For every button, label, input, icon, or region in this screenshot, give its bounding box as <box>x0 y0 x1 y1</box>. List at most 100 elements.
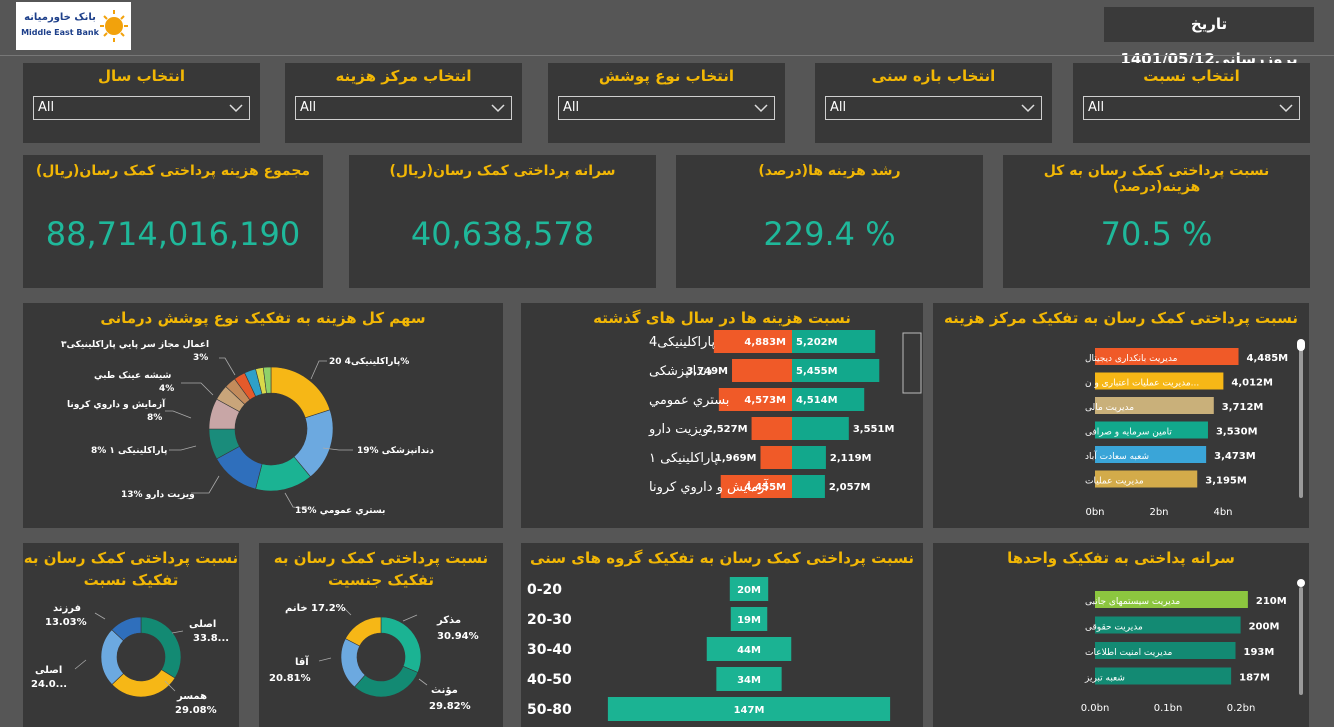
relation-label-1-pct: 29.08% <box>175 705 217 716</box>
x-axis-tick: 0.2bn <box>1227 703 1256 714</box>
scrollbar-thumb[interactable] <box>1297 579 1305 587</box>
history-category-label: دندانپزشکی <box>649 364 713 379</box>
slicer-relation: انتخاب نسبت All <box>1073 63 1310 143</box>
coverage-label-2: 15% بستري عمومي <box>295 506 385 516</box>
cost-center-dropdown[interactable]: All <box>295 96 512 120</box>
donut-slice[interactable] <box>140 616 182 679</box>
scrollbar[interactable] <box>1299 343 1303 498</box>
history-category-label: پاراکلینیکی4 <box>649 335 715 350</box>
dropdown-value: All <box>830 100 847 115</box>
scrollbar[interactable] <box>1299 587 1303 695</box>
kpi-value: 70.5 % <box>1100 215 1213 253</box>
history-value-right: 2,119M <box>830 453 872 464</box>
kpi-title: سرانه پرداختی کمک رسان(ریال) <box>389 163 616 179</box>
slicer-title: انتخاب نوع پوشش <box>598 67 735 85</box>
kpi-value: 88,714,016,190 <box>45 215 301 253</box>
donut-slice[interactable] <box>354 665 419 698</box>
coverage-label-0: پاراکلینیکی4 20% <box>329 357 409 367</box>
history-value-left: 1,969M <box>715 453 757 464</box>
slicer-title: انتخاب مرکز هزینه <box>335 67 472 85</box>
bar-value-label: 3,530M <box>1216 427 1258 438</box>
gender-label-2-name: آقا <box>295 655 309 668</box>
age-category-label: 50-80 <box>527 702 572 718</box>
slicer-cost-center: انتخاب مرکز هزینه All <box>285 63 522 143</box>
coverage-label-6b: 4% <box>159 384 174 394</box>
scrollbar-thumb[interactable] <box>1297 339 1305 351</box>
age-range-dropdown[interactable]: All <box>825 96 1042 120</box>
coverage-dropdown[interactable]: All <box>558 96 775 120</box>
gender-donut-chart: مذکر 30.94% مؤنث 29.82% آقا 20.81% 17.2%… <box>269 603 479 712</box>
chevron-down-icon <box>229 104 243 113</box>
gender-label-0-name: مذکر <box>436 615 461 626</box>
age-category-label: 0-20 <box>527 582 562 598</box>
coverage-label-7a: اعمال مجاز سر پايي پاراکلینیکی۳ <box>61 340 209 350</box>
history-value-left: 4,883M <box>744 337 786 348</box>
bar-category-label: مدیریت امنیت اطلاعات <box>1085 648 1172 658</box>
coverage-label-7b: 3% <box>193 353 208 363</box>
history-bar-left[interactable] <box>732 359 792 382</box>
history-bar-left[interactable] <box>760 446 792 469</box>
unit-bar-chart: مدیریت سیستمهای جانبی 210M مدیریت حقوقی 200… <box>1081 591 1287 714</box>
kpi-card-ratio: نسبت پرداختی کمک رسان به کل هزینه(درصد) … <box>1003 155 1310 288</box>
coverage-label-1: 19% دندانپزشکی <box>357 446 434 456</box>
sun-logo-icon <box>100 10 128 42</box>
bar-category-label: شعبه تبریز <box>1084 674 1125 684</box>
relation-donut-chart: اصلی 33.8... همسر 29.08% اصلی 24.0... فر… <box>31 603 229 716</box>
age-bar-value: 20M <box>737 585 761 596</box>
update-date-box: تاریخ بروزرسانی1401/05/12 <box>1104 7 1314 68</box>
gender-label-0-pct: 30.94% <box>437 631 479 642</box>
history-bar-chart: 4,883M 5,202Mپاراکلینیکی43,749M 5,455Mدندا… <box>648 330 922 498</box>
kpi-card-growth: رشد هزینه ها(درصد) 229.4 % <box>676 155 983 288</box>
history-category-label: پاراکلینیکی ۱ <box>649 451 718 466</box>
bar-category-label: مدیریت حقوقی <box>1085 623 1143 633</box>
relation-label-0-name: اصلی <box>189 619 216 630</box>
slicer-age-range: انتخاب بازه سنی All <box>815 63 1052 143</box>
bar-category-label: مدیریت سیستمهای جانبی <box>1085 597 1180 607</box>
age-group-bar-chart: 20M 0-20 19M 20-30 44M 30-40 34M 40-50 147M 50-80 <box>527 577 891 721</box>
bar-category-label: مدیریت عملیات <box>1085 477 1144 487</box>
chevron-down-icon <box>1021 104 1035 113</box>
kpi-title: رشد هزینه ها(درصد) <box>758 163 901 179</box>
update-date-label: تاریخ بروزرسانی1401/05/12 <box>1120 15 1298 68</box>
donut-slice[interactable] <box>270 366 331 419</box>
history-bar-right[interactable] <box>792 417 849 440</box>
relation-label-3-name: فرزند <box>53 603 81 614</box>
history-category-label: بستري عمومي <box>649 393 729 408</box>
history-value-right: 5,455M <box>796 366 838 377</box>
history-bar-right[interactable] <box>792 446 826 469</box>
year-dropdown[interactable]: All <box>33 96 250 120</box>
bar-category-label: شعبه سعادت آباد <box>1085 450 1149 462</box>
coverage-label-5a: آزمايش و داروي کرونا <box>67 398 166 410</box>
kpi-card-per-capita: سرانه پرداختی کمک رسان(ریال) 40,638,578 <box>349 155 656 288</box>
history-value-left: 2,527M <box>706 424 748 435</box>
age-bar-value: 34M <box>737 675 761 686</box>
gender-label-3-name: خانم <box>285 603 308 614</box>
slicer-coverage: انتخاب نوع پوشش All <box>548 63 785 143</box>
history-scroll-box[interactable] <box>902 332 922 394</box>
history-bar-left[interactable] <box>751 417 792 440</box>
bank-logo: بانک خاورمیانه Middle East Bank <box>16 2 131 50</box>
age-category-label: 40-50 <box>527 672 572 688</box>
history-bar-right[interactable] <box>792 475 825 498</box>
slicer-title: انتخاب سال <box>97 67 186 85</box>
bar-value-label: 3,712M <box>1222 402 1264 413</box>
bar-value-label: 4,012M <box>1231 378 1273 389</box>
kpi-title: مجموع هزینه پرداختی کمک رسان(ریال) <box>35 163 311 179</box>
bar-value-label: 3,473M <box>1214 451 1256 462</box>
donut-slice[interactable] <box>380 616 422 673</box>
slicer-year: انتخاب سال All <box>23 63 260 143</box>
dropdown-value: All <box>300 100 317 115</box>
x-axis-tick: 0.1bn <box>1154 703 1183 714</box>
bar-category-label: ...مدیریت عملیات اعتباری و ن <box>1085 379 1199 389</box>
kpi-title: نسبت پرداختی کمک رسان به کل هزینه(درصد) <box>1043 163 1270 195</box>
history-panel: نسبت هزینه ها در سال های گذشته 4,883M 5,2… <box>521 303 923 528</box>
history-value-right: 4,514M <box>796 395 838 406</box>
relation-dropdown[interactable]: All <box>1083 96 1300 120</box>
bar-value-label: 187M <box>1239 673 1270 684</box>
logo-text-fa: بانک خاورمیانه <box>24 12 96 23</box>
age-category-label: 30-40 <box>527 642 572 658</box>
donut-slice[interactable] <box>345 616 382 647</box>
bar-category-label: تامین سرمایه و صرافی <box>1085 428 1172 438</box>
relation-label-1-name: همسر <box>176 691 207 702</box>
bar-category-label: مدیریت مالی <box>1085 403 1134 413</box>
